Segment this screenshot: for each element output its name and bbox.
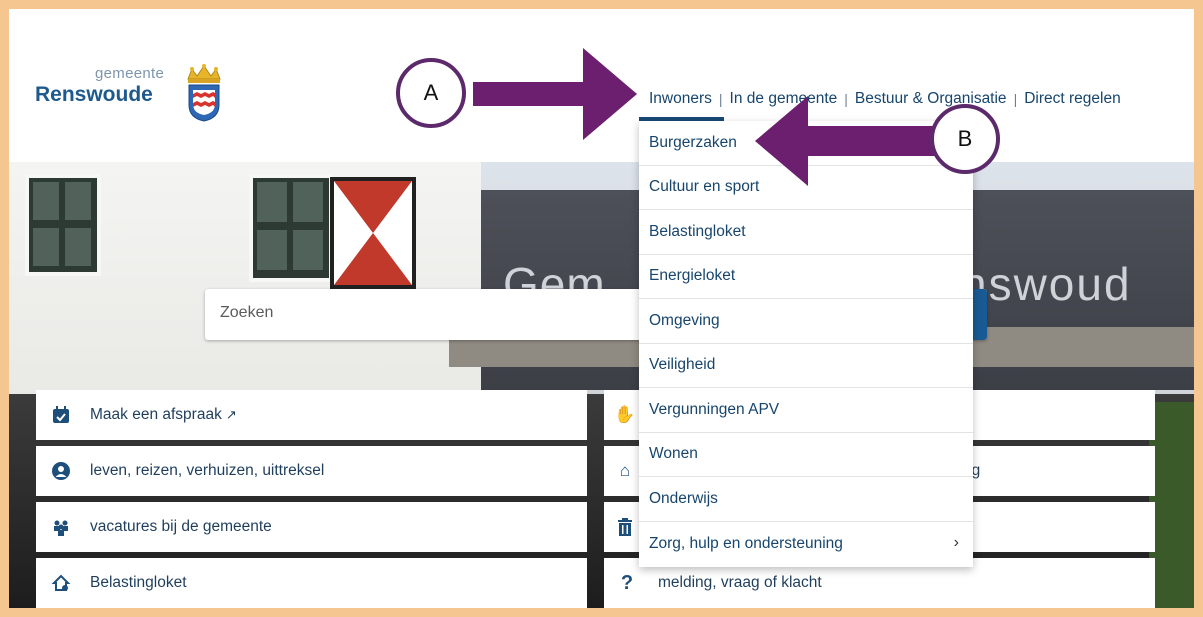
arrow-a	[473, 48, 637, 140]
annotation-label-b: B	[930, 104, 1000, 174]
arrow-b	[755, 96, 935, 186]
annotation-label-a: A	[396, 58, 466, 128]
annotation-arrows	[473, 48, 935, 186]
